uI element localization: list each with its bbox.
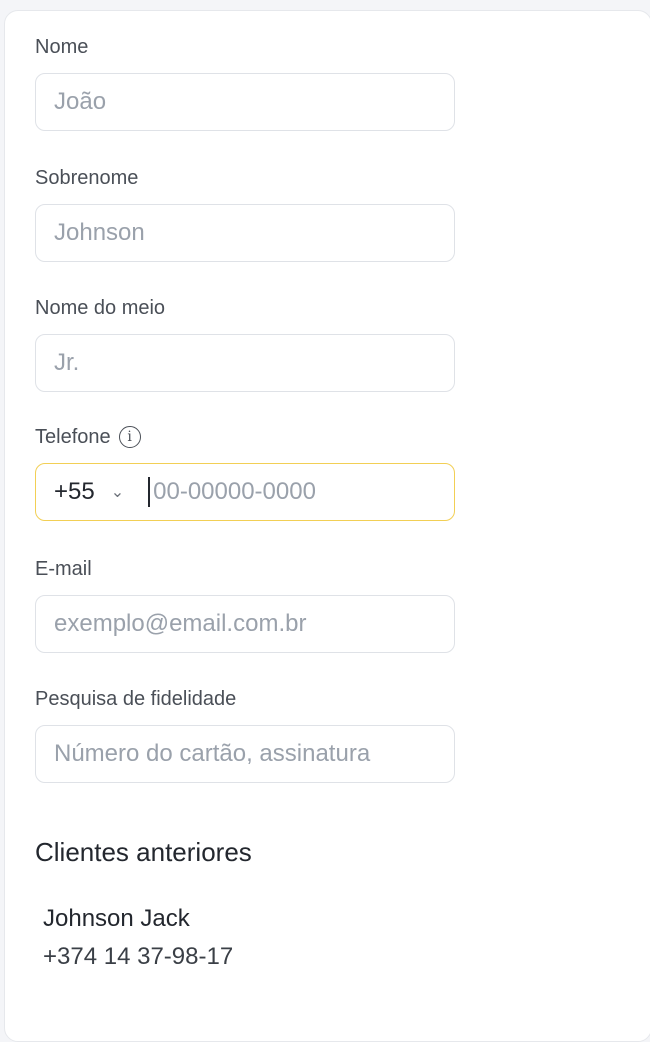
- country-code-select[interactable]: +55: [54, 478, 95, 506]
- phone-field: Telefone i +55 ⌄ 00-00000-0000: [35, 425, 455, 521]
- chevron-down-icon[interactable]: ⌄: [111, 482, 124, 502]
- info-icon[interactable]: i: [118, 426, 141, 448]
- first-name-input[interactable]: João: [35, 73, 455, 131]
- client-phone: +374 14 37-98-17: [43, 943, 234, 970]
- last-name-placeholder: Johnson: [54, 219, 145, 246]
- client-name: Johnson Jack: [43, 905, 190, 932]
- email-input[interactable]: exemplo@email.com.br: [35, 595, 455, 653]
- previous-clients-title: Clientes anteriores: [35, 837, 252, 867]
- customer-form-card: Nome João Sobrenome Johnson Nome do meio…: [4, 10, 650, 1042]
- email-placeholder: exemplo@email.com.br: [54, 610, 307, 637]
- text-cursor: [148, 477, 151, 507]
- phone-label: Telefone: [35, 426, 111, 448]
- phone-placeholder: 00-00000-0000: [153, 478, 316, 505]
- loyalty-search-input[interactable]: Número do cartão, assinatura: [35, 725, 455, 783]
- email-field: E-mail exemplo@email.com.br: [35, 557, 455, 653]
- middle-name-input[interactable]: Jr.: [35, 334, 455, 392]
- middle-name-placeholder: Jr.: [54, 349, 80, 376]
- loyalty-search-placeholder: Número do cartão, assinatura: [54, 740, 371, 767]
- last-name-field: Sobrenome Johnson: [35, 166, 455, 262]
- first-name-label: Nome: [35, 36, 89, 58]
- loyalty-search-label: Pesquisa de fidelidade: [35, 688, 237, 710]
- middle-name-label: Nome do meio: [35, 297, 166, 319]
- phone-label-row: Telefone i: [35, 425, 455, 449]
- last-name-input[interactable]: Johnson: [35, 204, 455, 262]
- first-name-placeholder: João: [54, 88, 107, 115]
- previous-client-item[interactable]: Johnson Jack +374 14 37-98-17: [43, 905, 233, 971]
- loyalty-search-field: Pesquisa de fidelidade Número do cartão,…: [35, 687, 455, 783]
- email-label: E-mail: [35, 558, 92, 580]
- first-name-field: Nome João: [35, 35, 455, 131]
- phone-input[interactable]: +55 ⌄ 00-00000-0000: [35, 463, 455, 521]
- last-name-label: Sobrenome: [35, 167, 139, 189]
- middle-name-field: Nome do meio Jr.: [35, 296, 455, 392]
